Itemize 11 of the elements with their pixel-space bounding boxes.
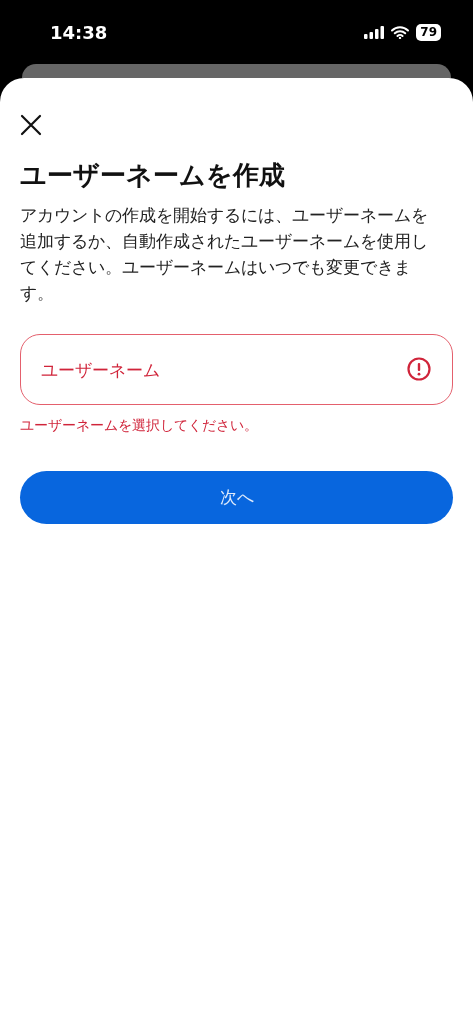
status-time: 14:38 — [50, 21, 108, 43]
battery-level: 79 — [416, 23, 441, 41]
username-field[interactable]: ユーザーネーム — [20, 334, 453, 405]
next-button[interactable]: 次へ — [20, 471, 453, 524]
page-title: ユーザーネームを作成 — [20, 159, 286, 192]
wifi-icon — [391, 25, 410, 39]
error-icon — [407, 357, 431, 381]
close-icon[interactable] — [20, 114, 42, 136]
description-text: アカウントの作成を開始するには、ユーザーネームを追加するか、自動作成されたユーザーネームを使用してください。ユーザーネームはいつでも変更できます。 — [20, 204, 429, 305]
signal-icon — [364, 25, 385, 39]
error-message: ユーザーネームを選択してください。 — [20, 417, 259, 435]
